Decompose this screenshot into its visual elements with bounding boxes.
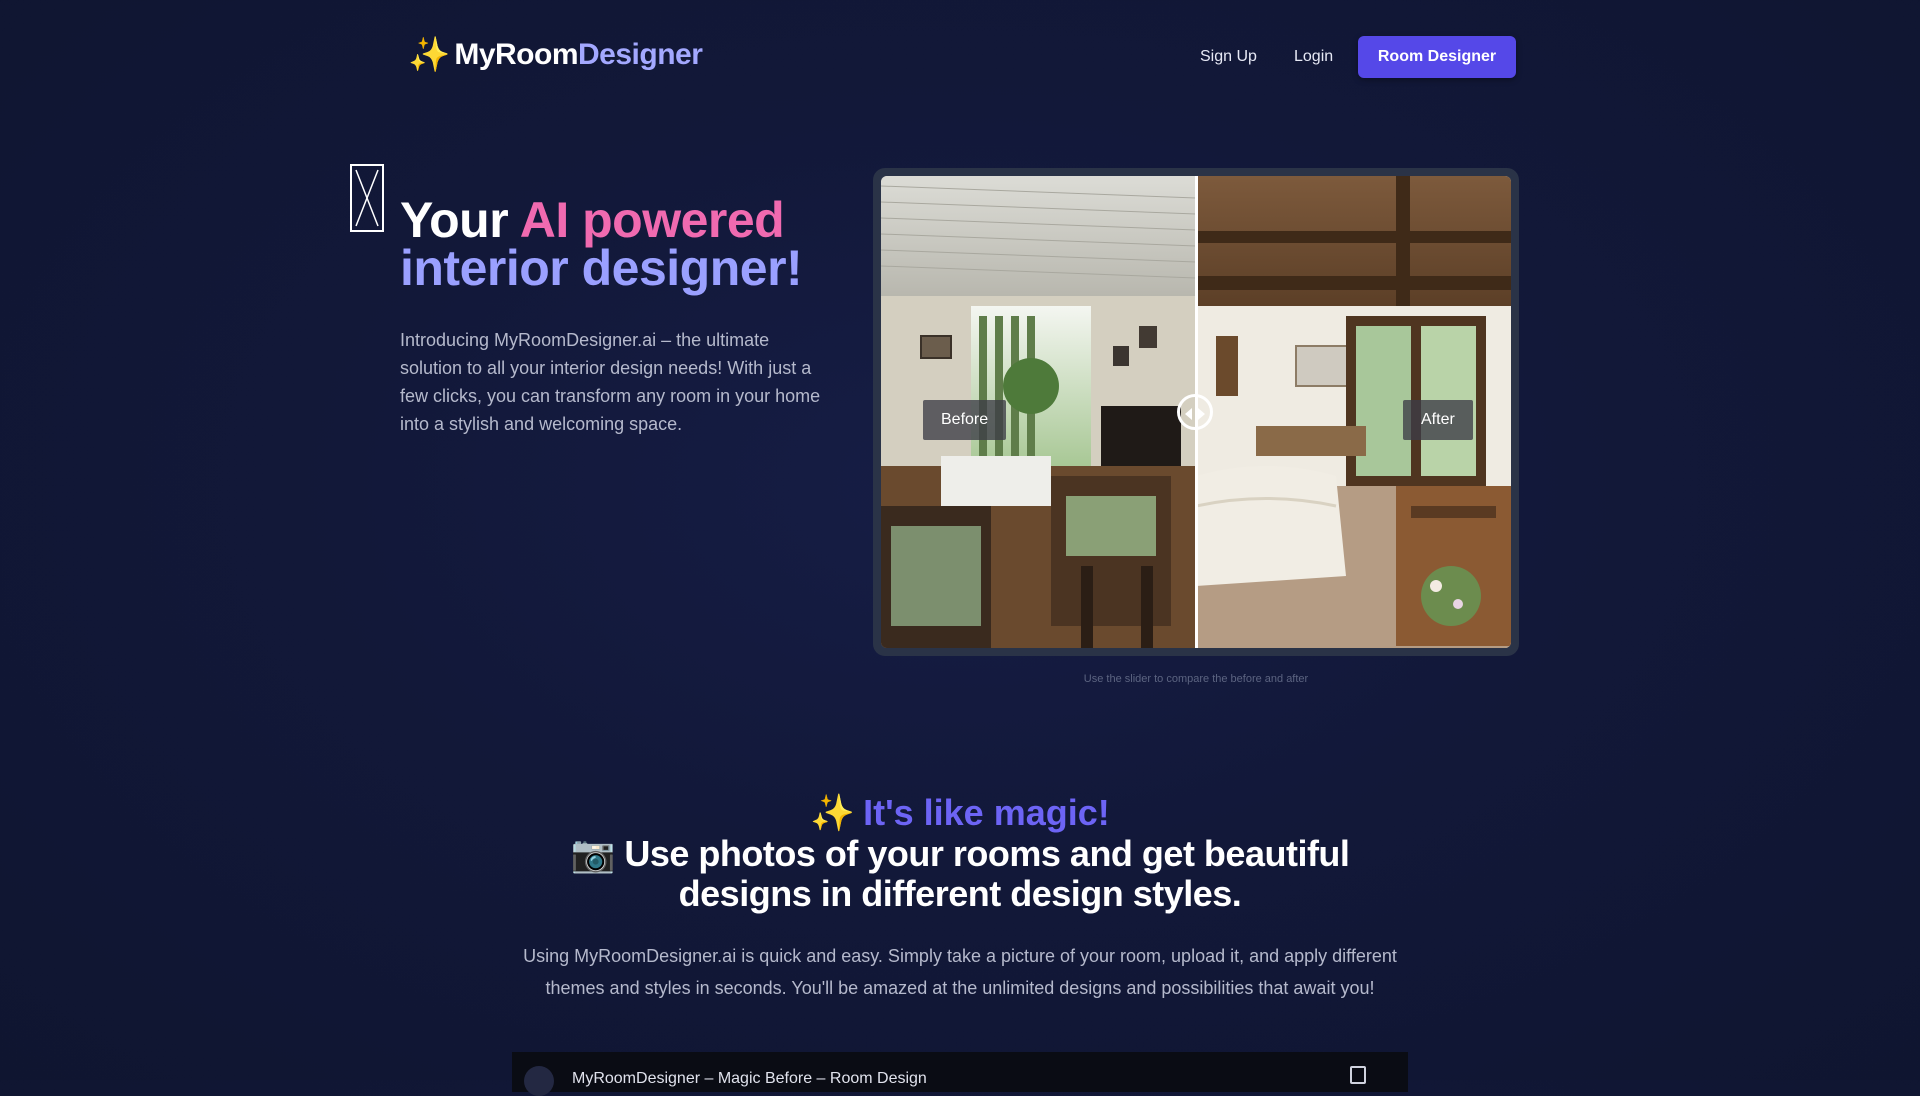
slider-handle-icon[interactable] <box>1177 394 1213 430</box>
sparkles-icon: ✨ <box>810 792 856 833</box>
logo[interactable]: ✨ MyRoomDesigner <box>408 36 703 74</box>
sparkles-icon: ✨ <box>408 36 451 74</box>
broken-image-icon <box>350 164 384 232</box>
hero-title-part3: interior designer! <box>400 240 803 296</box>
section-title: 📷 Use photos of your rooms and get beaut… <box>510 834 1410 914</box>
hero-description: Introducing MyRoomDesigner.ai – the ulti… <box>400 330 821 434</box>
login-link[interactable]: Login <box>1294 48 1333 66</box>
magic-heading: ✨ It's like magic! <box>0 792 1920 834</box>
video-embed[interactable]: MyRoomDesigner – Magic Before – Room Des… <box>512 1052 1408 1096</box>
magic-heading-text: It's like magic! <box>863 792 1110 833</box>
video-title[interactable]: MyRoomDesigner – Magic Before – Room Des… <box>572 1070 927 1088</box>
before-label: Before <box>923 400 1007 440</box>
camera-icon: 📷 <box>570 833 616 874</box>
after-label: After <box>1403 400 1473 440</box>
comparison-frame: Before After <box>881 176 1511 648</box>
before-after-slider[interactable]: Before After <box>873 168 1519 656</box>
hero-title: Your AI powered interior designer! <box>400 195 803 293</box>
logo-text-part1: MyRoom <box>454 38 579 71</box>
room-designer-button[interactable]: Room Designer <box>1358 36 1516 78</box>
navbar: ✨ MyRoomDesigner Sign Up Login Room Desi… <box>0 0 1920 116</box>
logo-text: MyRoomDesigner <box>454 38 703 72</box>
section-description: Using MyRoomDesigner.ai is quick and eas… <box>523 946 1397 998</box>
channel-avatar[interactable] <box>524 1066 554 1096</box>
section-title-text: Use photos of your rooms and get beautif… <box>624 833 1350 914</box>
signup-link[interactable]: Sign Up <box>1200 48 1257 66</box>
copy-icon[interactable] <box>1350 1066 1366 1084</box>
logo-text-part2: Designer <box>578 38 703 71</box>
slider-caption: Use the slider to compare the before and… <box>1083 673 1309 685</box>
